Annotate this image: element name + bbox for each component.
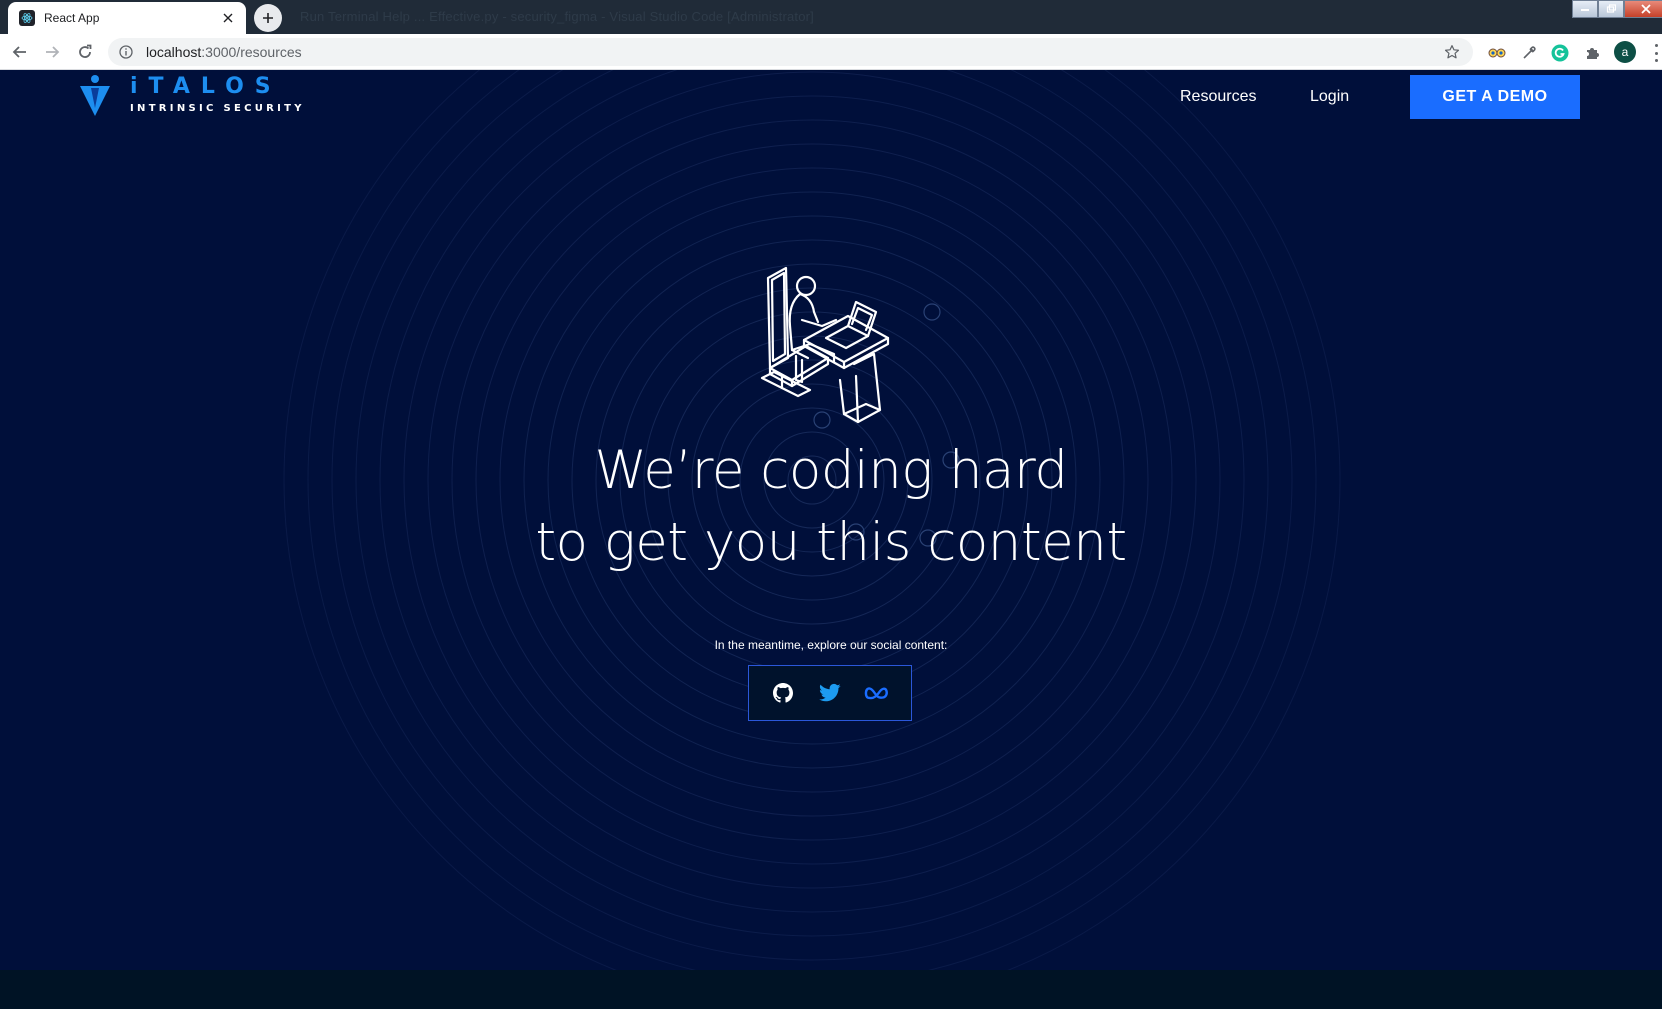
url-path: :3000/resources — [201, 44, 302, 60]
browser-menu-icon[interactable] — [1652, 44, 1660, 62]
reload-icon[interactable] — [73, 40, 97, 64]
github-icon[interactable] — [769, 679, 797, 707]
plus-icon — [263, 13, 273, 23]
extension-eyes-icon[interactable] — [1487, 43, 1507, 63]
tab-close-icon[interactable] — [218, 8, 238, 28]
logo-text: iTALOS INTRINSIC SECURITY — [130, 74, 305, 115]
italos-logo[interactable]: iTALOS INTRINSIC SECURITY — [80, 74, 305, 116]
window-controls — [1572, 0, 1662, 18]
url-text: localhost:3000/resources — [146, 44, 302, 60]
eyedropper-icon[interactable] — [1519, 43, 1539, 63]
new-tab-button[interactable] — [254, 4, 282, 32]
background-ring — [355, 70, 1269, 937]
meta-icon[interactable] — [863, 679, 891, 707]
background-orbit-dot — [923, 303, 941, 321]
browser-toolbar: localhost:3000/resources — [0, 34, 1662, 70]
logo-wordmark: iTALOS — [130, 74, 282, 99]
bookmark-star-icon[interactable] — [1443, 43, 1461, 61]
social-prompt: In the meantime, explore our social cont… — [714, 638, 948, 652]
browser-tab-active[interactable]: React App — [8, 2, 246, 34]
page-viewport: iTALOS INTRINSIC SECURITY Resources Logi… — [0, 70, 1662, 970]
profile-avatar[interactable]: a — [1614, 41, 1636, 63]
forward-arrow-icon[interactable] — [40, 40, 64, 64]
nav-link-resources[interactable]: Resources — [1180, 88, 1256, 106]
italos-logo-mark-icon — [80, 75, 110, 116]
headline-line-1: We’re coding hard — [594, 440, 1068, 501]
twitter-icon[interactable] — [816, 679, 844, 707]
site-info-icon[interactable] — [118, 44, 134, 60]
tab-title: React App — [44, 11, 100, 25]
react-favicon-icon — [19, 10, 35, 26]
grammarly-icon[interactable] — [1550, 43, 1570, 63]
back-arrow-icon[interactable] — [8, 40, 32, 64]
address-bar[interactable]: localhost:3000/resources — [108, 38, 1473, 66]
minimize-window-button[interactable] — [1572, 0, 1598, 18]
background-window-title: Run Terminal Help ... Effective.py - sec… — [300, 9, 814, 24]
developer-at-desk-illustration — [760, 266, 890, 424]
logo-tagline: INTRINSIC SECURITY — [130, 103, 305, 114]
get-a-demo-button[interactable]: GET A DEMO — [1410, 75, 1580, 119]
headline-line-2: to get you this content — [535, 512, 1127, 573]
browser-tabstrip: React App Run Terminal Help ... Effectiv… — [0, 0, 1662, 34]
url-host: localhost — [146, 44, 202, 60]
page-footer-strip — [0, 970, 1662, 1009]
nav-link-login[interactable]: Login — [1310, 88, 1349, 106]
restore-window-button[interactable] — [1598, 0, 1624, 18]
close-window-button[interactable] — [1624, 0, 1662, 18]
social-links — [748, 665, 912, 721]
extensions-puzzle-icon[interactable] — [1582, 43, 1602, 63]
